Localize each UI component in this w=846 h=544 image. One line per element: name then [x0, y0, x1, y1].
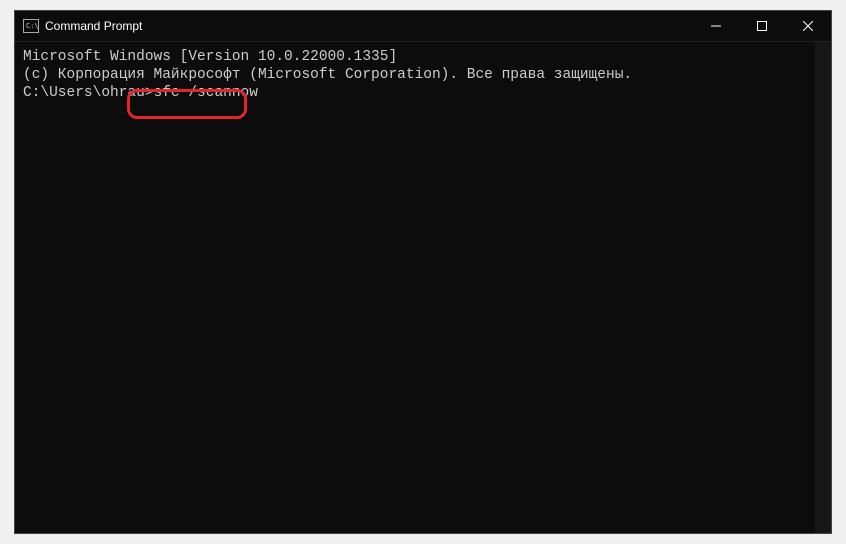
maximize-icon	[757, 21, 767, 31]
prompt-line: C:\Users\ohrau>sfc /scannow	[23, 84, 823, 102]
scrollbar-track	[815, 42, 831, 533]
version-line: Microsoft Windows [Version 10.0.22000.13…	[23, 48, 823, 66]
prompt-path: C:\Users\ohrau>	[23, 84, 154, 102]
command-prompt-window: C:\ Command Prompt Mi	[14, 10, 832, 534]
titlebar-left: C:\ Command Prompt	[15, 19, 142, 33]
cmd-icon: C:\	[23, 19, 39, 33]
close-icon	[803, 21, 813, 31]
vertical-scrollbar[interactable]	[815, 42, 831, 533]
maximize-button[interactable]	[739, 11, 785, 41]
typed-command: sfc /scannow	[154, 84, 258, 102]
copyright-line: (c) Корпорация Майкрософт (Microsoft Cor…	[23, 66, 823, 84]
minimize-button[interactable]	[693, 11, 739, 41]
titlebar[interactable]: C:\ Command Prompt	[15, 11, 831, 42]
close-button[interactable]	[785, 11, 831, 41]
terminal-body[interactable]: Microsoft Windows [Version 10.0.22000.13…	[15, 42, 831, 533]
minimize-icon	[711, 21, 721, 31]
window-title: Command Prompt	[45, 19, 142, 33]
cmd-icon-glyph: C:\	[26, 23, 39, 30]
window-controls	[693, 11, 831, 41]
